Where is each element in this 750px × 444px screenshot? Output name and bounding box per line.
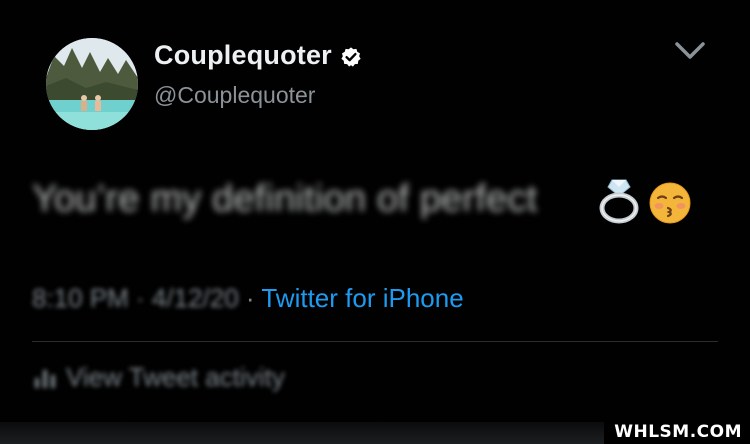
divider	[32, 341, 718, 342]
tweet-meta: 8:10 PM · 4/12/20 · Twitter for iPhone	[32, 283, 464, 314]
bar-chart-icon	[35, 370, 55, 388]
activity-label: View Tweet activity	[66, 362, 285, 392]
source-link[interactable]: Twitter for iPhone	[261, 283, 463, 313]
chevron-down-icon[interactable]	[672, 38, 708, 64]
view-tweet-activity[interactable]: View Tweet activity	[32, 362, 285, 393]
avatar[interactable]	[46, 38, 138, 130]
watermark: WHLSM.COM	[604, 419, 750, 444]
verified-badge-icon	[341, 47, 361, 67]
tweet-text: You’re my definition of perfect	[32, 178, 537, 221]
tweet-text-content: You’re my definition of perfect	[32, 178, 538, 220]
timestamp[interactable]: 8:10 PM · 4/12/20	[32, 283, 239, 313]
tweet-card: Couplequoter @Couplequoter You’re my def…	[0, 0, 750, 444]
handle[interactable]: @Couplequoter	[154, 82, 315, 109]
meta-separator: ·	[245, 283, 255, 313]
ring-emoji	[599, 179, 639, 224]
kissing-face-emoji	[649, 182, 691, 224]
display-name[interactable]: Couplequoter	[154, 40, 332, 71]
